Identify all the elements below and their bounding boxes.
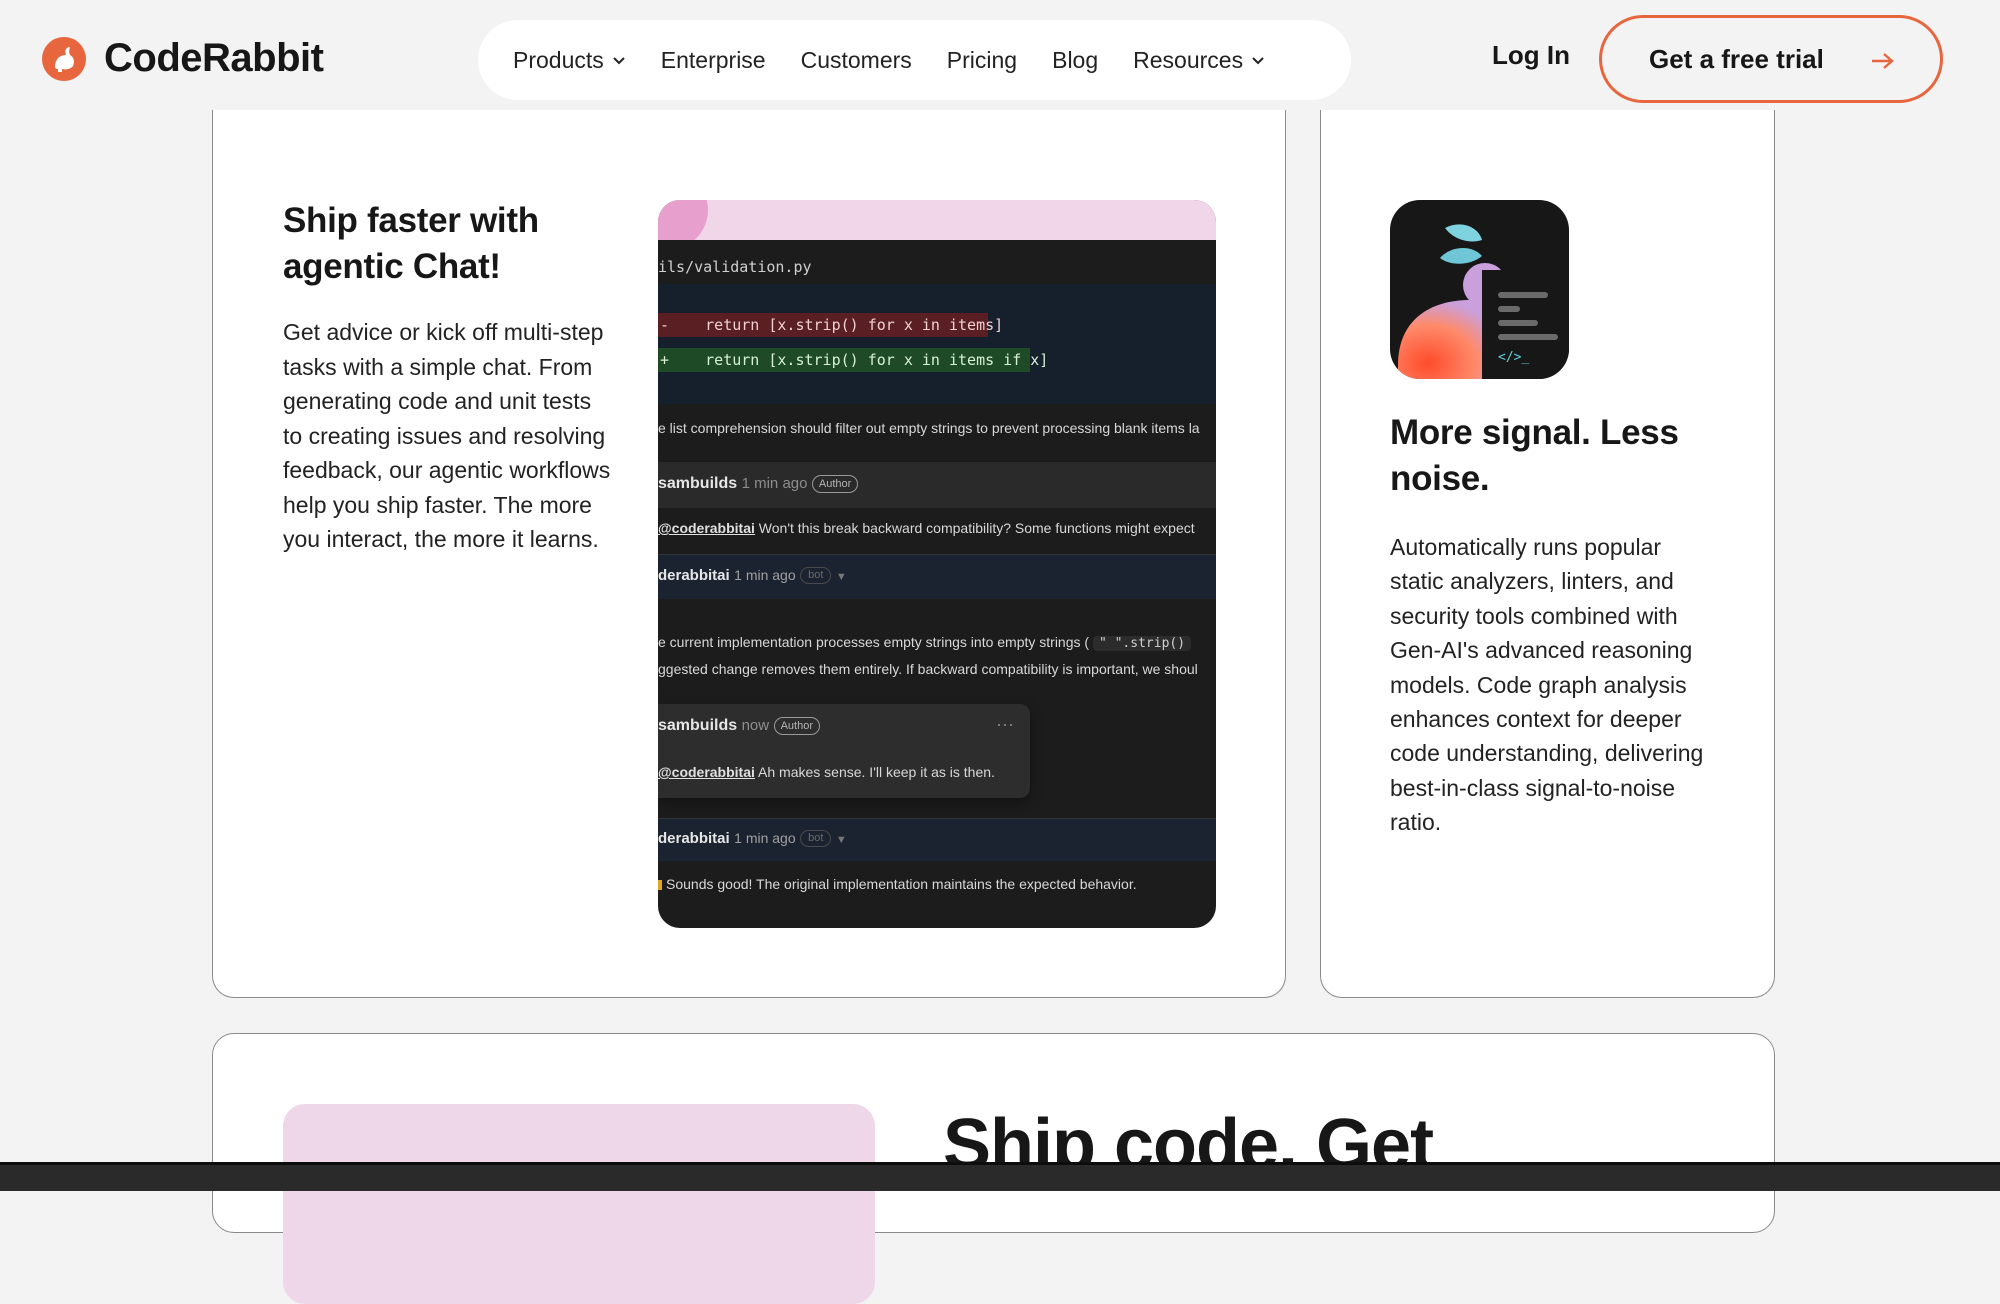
diff-added-line: + return [x.strip() for x in items if x] bbox=[658, 348, 1048, 372]
brand-name: CodeRabbit bbox=[104, 36, 324, 80]
agentic-chat-card: Ship faster with agentic Chat! Get advic… bbox=[212, 110, 1286, 998]
mention: @coderabbitai bbox=[658, 764, 755, 780]
chevron-down-icon bbox=[613, 57, 625, 65]
bottom-card-image bbox=[283, 1104, 875, 1304]
comment-header-2: derabbitai 1 min ago bot ▼ bbox=[658, 554, 1216, 599]
reply-popup: sambuilds now Author ··· @coderabbitai A… bbox=[658, 704, 1030, 798]
comment-header-1: sambuilds 1 min ago Author bbox=[658, 462, 1216, 508]
emoji-icon bbox=[658, 880, 662, 890]
comment-body-2b: ggested change removes them entirely. If… bbox=[658, 661, 1198, 677]
comment-time: now bbox=[741, 717, 770, 735]
gradient-blob bbox=[658, 200, 708, 240]
code-glyph: </>_ bbox=[1498, 350, 1530, 365]
chevron-down-icon bbox=[1252, 57, 1264, 65]
comment-text: Sounds good! The original implementation… bbox=[666, 876, 1137, 892]
nav-customers[interactable]: Customers bbox=[801, 47, 912, 74]
comment-time: 1 min ago bbox=[734, 567, 796, 583]
signal-card-body: Automatically runs popular static analyz… bbox=[1390, 534, 1704, 836]
comment-header-4: derabbitai 1 min ago bot ▼ bbox=[658, 818, 1216, 861]
comment-user: derabbitai bbox=[658, 830, 730, 847]
suggestion-text: e list comprehension should filter out e… bbox=[658, 420, 1200, 436]
mention: @coderabbitai bbox=[658, 520, 755, 536]
comment-body-1: @coderabbitai Won't this break backward … bbox=[658, 520, 1195, 536]
comment-body-4: Sounds good! The original implementation… bbox=[658, 876, 1137, 892]
mockup-header bbox=[658, 200, 1216, 240]
nav-pricing-label: Pricing bbox=[946, 46, 1018, 73]
comment-time: 1 min ago bbox=[734, 830, 796, 846]
nav-enterprise[interactable]: Enterprise bbox=[661, 47, 766, 74]
nav-products[interactable]: Products bbox=[513, 47, 626, 74]
comment-body-3: @coderabbitai Ah makes sense. I'll keep … bbox=[658, 764, 995, 780]
nav-resources[interactable]: Resources bbox=[1133, 47, 1265, 74]
code-chip: " ".strip() bbox=[1092, 636, 1192, 651]
comment-body-2a: e current implementation processes empty… bbox=[658, 634, 1192, 651]
chat-card-title: Ship faster with agentic Chat! bbox=[283, 201, 539, 286]
bot-badge: bot bbox=[800, 567, 832, 585]
comment-text: Won't this break backward compatibility?… bbox=[758, 520, 1195, 536]
comment-text: e current implementation processes empty… bbox=[658, 634, 1090, 650]
nav-pricing[interactable]: Pricing bbox=[947, 47, 1017, 74]
signal-card: </>_ More signal. Less noise. Automatica… bbox=[1320, 110, 1775, 998]
free-trial-button[interactable]: Get a free trial bbox=[1599, 15, 1943, 103]
comment-user: sambuilds bbox=[658, 717, 738, 735]
nav-customers-label: Customers bbox=[800, 46, 912, 73]
caret-down-icon: ▼ bbox=[835, 571, 847, 583]
comment-time: 1 min ago bbox=[741, 475, 808, 493]
login-link[interactable]: Log In bbox=[1492, 40, 1570, 71]
os-dock bbox=[0, 1162, 2000, 1191]
author-badge: Author bbox=[773, 717, 820, 735]
chat-card-body: Get advice or kick off multi-step tasks … bbox=[283, 319, 611, 552]
nav-enterprise-label: Enterprise bbox=[660, 46, 766, 73]
nav-resources-label: Resources bbox=[1133, 46, 1244, 73]
signal-card-title: More signal. Less noise. bbox=[1390, 413, 1679, 498]
main-nav: Products Enterprise Customers Pricing Bl… bbox=[478, 20, 1351, 100]
brand-logo[interactable]: CodeRabbit bbox=[42, 36, 324, 81]
comment-text: Ah makes sense. I'll keep it as is then. bbox=[758, 764, 995, 780]
bot-badge: bot bbox=[800, 830, 832, 848]
comment-user: sambuilds bbox=[658, 475, 738, 493]
diff-removed-line: - return [x.strip() for x in items] bbox=[658, 313, 1003, 337]
nav-products-label: Products bbox=[513, 46, 604, 73]
arrow-right-icon bbox=[1872, 53, 1894, 69]
code-diff: - return [x.strip() for x in items] + re… bbox=[658, 284, 1216, 404]
rabbit-code-icon: </>_ bbox=[1390, 200, 1569, 379]
author-badge: Author bbox=[811, 475, 859, 493]
free-trial-label: Get a free trial bbox=[1649, 43, 1824, 74]
caret-down-icon: ▼ bbox=[835, 834, 847, 846]
nav-blog-label: Blog bbox=[1052, 46, 1099, 73]
more-icon[interactable]: ··· bbox=[996, 714, 1014, 735]
comment-user: derabbitai bbox=[658, 567, 730, 584]
ship-code-card: Ship code. Get bbox=[212, 1033, 1775, 1304]
rabbit-logo-icon bbox=[42, 36, 86, 81]
nav-blog[interactable]: Blog bbox=[1052, 47, 1098, 74]
chat-mockup-image: ils/validation.py - return [x.strip() fo… bbox=[658, 200, 1216, 928]
file-path: ils/validation.py bbox=[658, 258, 812, 276]
